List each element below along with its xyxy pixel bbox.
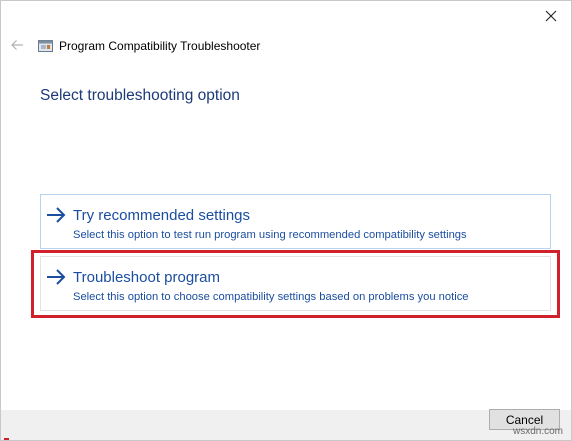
window-title-bar: Program Compatibility Troubleshooter xyxy=(38,37,260,55)
option-try-recommended-settings[interactable]: Try recommended settings Select this opt… xyxy=(40,194,551,249)
troubleshooter-app-icon xyxy=(38,39,53,52)
highlight-box xyxy=(31,250,560,318)
watermark: wsxdn.com xyxy=(512,426,563,437)
back-arrow-icon xyxy=(11,40,23,50)
footer-bar xyxy=(1,410,571,440)
troubleshooter-window: Program Compatibility Troubleshooter Sel… xyxy=(0,0,572,441)
option-title: Try recommended settings xyxy=(73,207,251,224)
back-button[interactable] xyxy=(7,35,27,55)
window-title: Program Compatibility Troubleshooter xyxy=(59,39,261,53)
close-button[interactable] xyxy=(537,3,565,29)
page-heading: Select troubleshooting option xyxy=(40,87,240,104)
corner-mark xyxy=(4,438,9,440)
close-icon xyxy=(545,10,557,22)
option-description: Select this option to test run program u… xyxy=(73,229,467,241)
arrow-right-icon xyxy=(47,207,66,223)
